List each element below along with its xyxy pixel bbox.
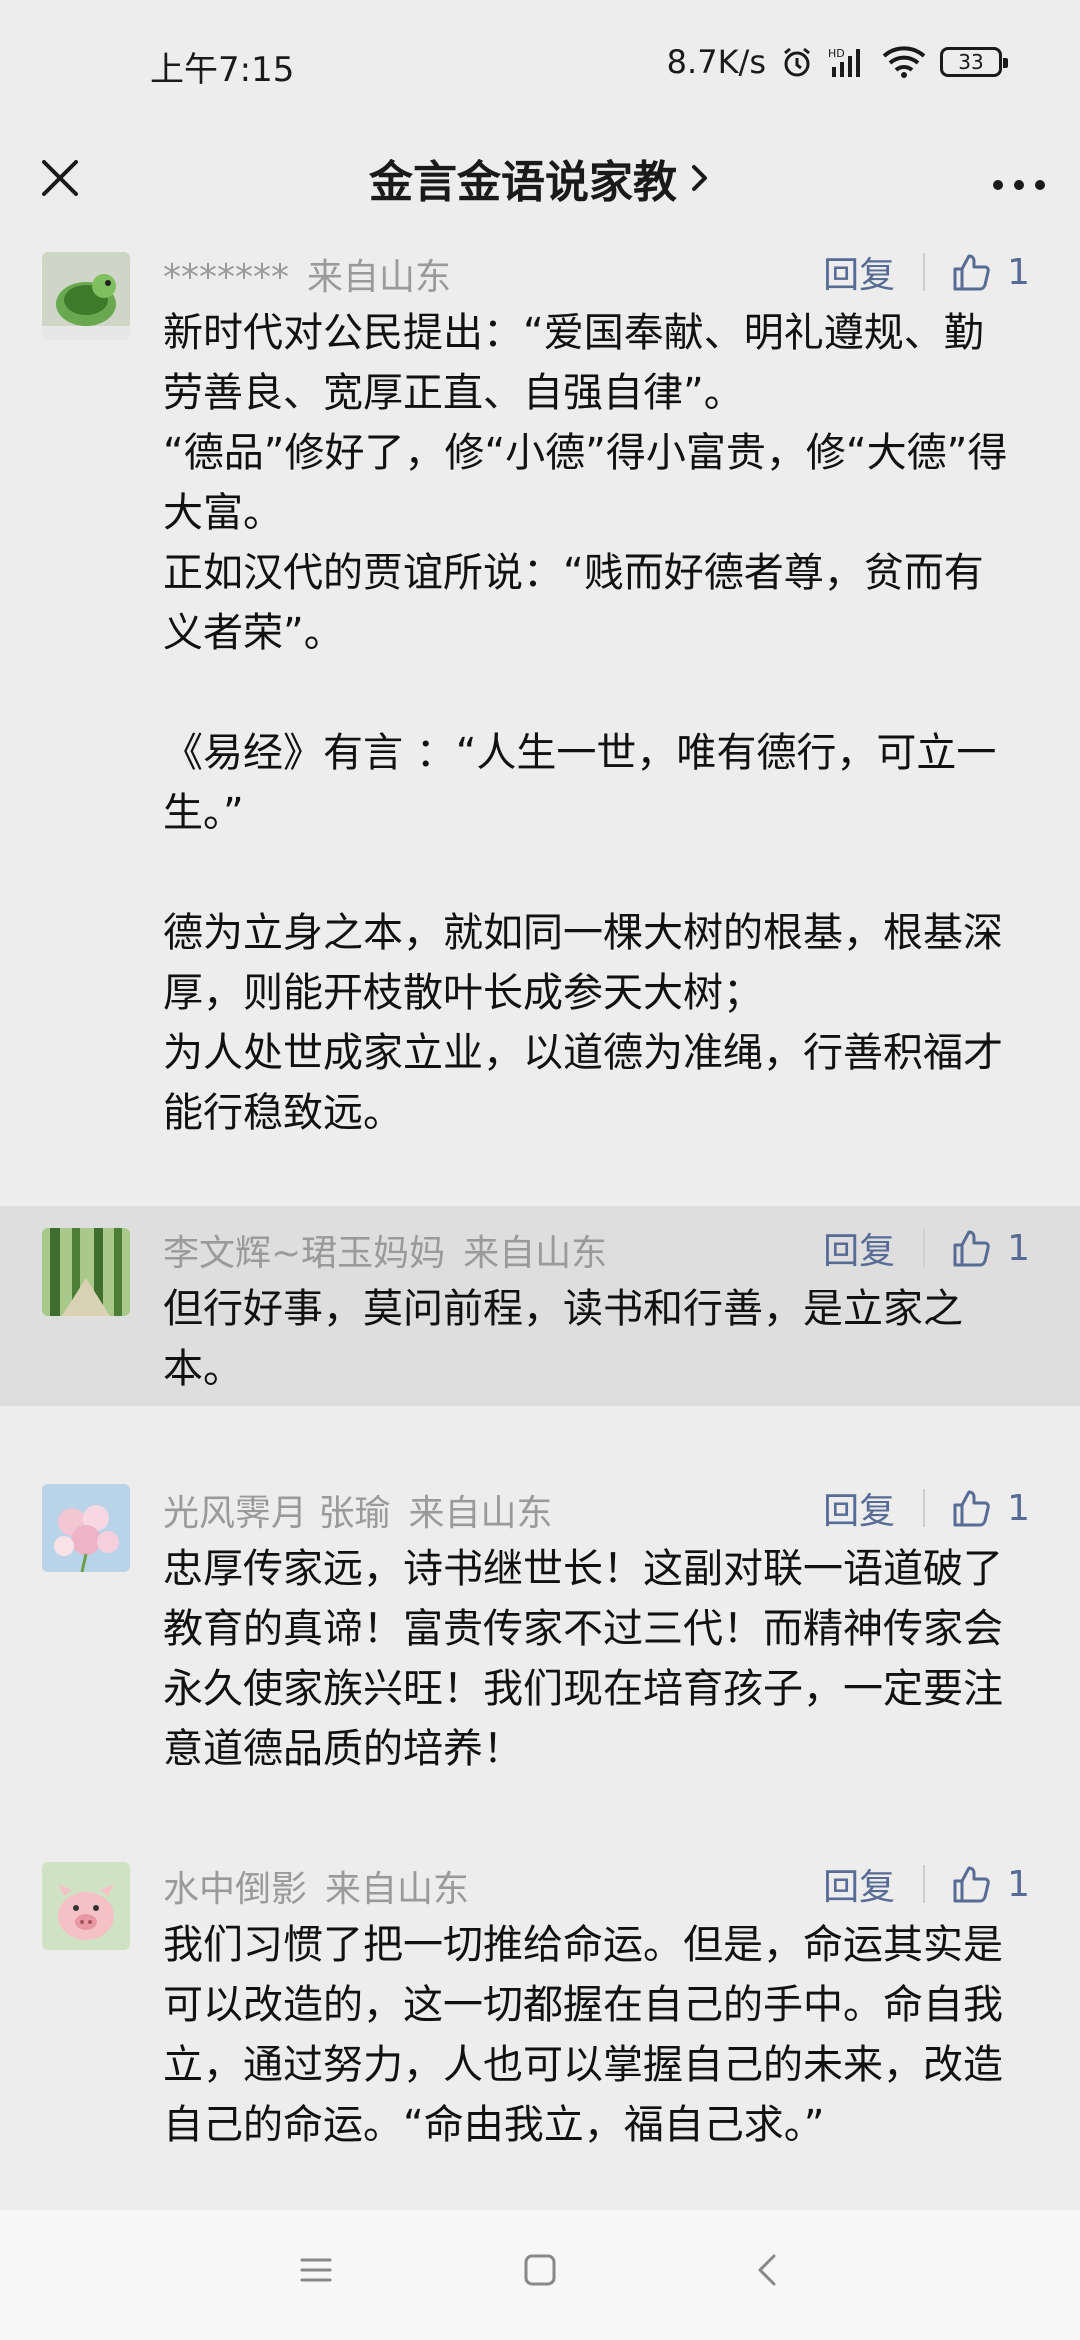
chevron-right-icon [689, 161, 711, 195]
comment-content: 新时代对公民提出：“爱国奉献、明礼遵规、勤劳善良、宽厚正直、自强自律”。 “德品… [163, 310, 1008, 1136]
like-button[interactable]: 1 [951, 1863, 1030, 1905]
thumbs-up-icon [951, 1863, 993, 1905]
avatar[interactable] [42, 1862, 130, 1950]
location-label: 来自山东 [307, 257, 452, 298]
location-label: 来自山东 [325, 1869, 470, 1910]
reply-button[interactable]: 回复 [823, 246, 895, 298]
status-time: 上午7:15 [150, 50, 295, 90]
comment-content: 忠厚传家远，诗书继世长！这副对联一语道破了教育的真谛！富贵传家不过三代！而精神传… [163, 1546, 1003, 1772]
comment-list[interactable]: ******* 来自山东 回复 1 新时代对公民提出：“爱国奉献、明礼遵规、勤劳善… [0, 228, 1080, 2210]
status-indicators: 8.7K/s HD 33 [666, 40, 1008, 84]
divider [923, 1229, 926, 1267]
thumbs-up-icon [951, 251, 993, 293]
like-button[interactable]: 1 [951, 251, 1030, 293]
location-label: 来自山东 [408, 1493, 553, 1534]
page-title-text: 金言金语说家教 [369, 157, 677, 208]
more-icon[interactable] [984, 150, 1054, 210]
like-count: 1 [1007, 1863, 1030, 1905]
like-count: 1 [1007, 251, 1030, 293]
comment-content: 我们习惯了把一切推给命运。但是，命运其实是可以改造的，这一切都握在自己的手中。命… [163, 1922, 1003, 2148]
page-title[interactable]: 金言金语说家教 [0, 128, 1080, 228]
divider [923, 1865, 926, 1903]
avatar[interactable] [42, 1484, 130, 1572]
nav-bar: 金言金语说家教 [0, 128, 1080, 228]
back-icon[interactable] [748, 2250, 788, 2294]
comment-item: 光风霁月 张瑜 来自山东 回复 1 忠厚传家远，诗书继世长！这副对联一语道破了教育… [0, 1406, 1080, 1784]
thumbs-up-icon [951, 1227, 993, 1269]
menu-icon[interactable] [296, 2250, 336, 2294]
location-label: 来自山东 [463, 1233, 608, 1274]
comment-meta: ******* 来自山东 [163, 248, 451, 300]
comment-meta: 光风霁月 张瑜 来自山东 [163, 1484, 552, 1536]
battery-level: 33 [958, 50, 984, 74]
alarm-icon [780, 45, 814, 79]
divider [923, 1489, 926, 1527]
username[interactable]: 李文辉~珺玉妈妈 [163, 1233, 445, 1274]
home-icon[interactable] [520, 2250, 560, 2294]
comment-actions: 回复 1 [823, 246, 1030, 298]
avatar[interactable] [42, 1228, 130, 1316]
system-nav-bar [0, 2210, 1080, 2340]
comment-actions: 回复 1 [823, 1222, 1030, 1274]
hd-signal-icon: HD [828, 45, 868, 79]
comment-item: ******* 来自山东 回复 1 新时代对公民提出：“爱国奉献、明礼遵规、勤劳善… [0, 228, 1080, 1206]
like-count: 1 [1007, 1227, 1030, 1269]
username[interactable]: 光风霁月 张瑜 [163, 1493, 390, 1534]
reply-button[interactable]: 回复 [823, 1482, 895, 1534]
battery-icon: 33 [940, 47, 1008, 77]
network-speed: 8.7K/s [666, 43, 766, 81]
status-bar: 上午7:15 8.7K/s HD 33 [0, 0, 1080, 128]
divider [923, 253, 926, 291]
reply-button[interactable]: 回复 [823, 1858, 895, 1910]
like-count: 1 [1007, 1487, 1030, 1529]
avatar[interactable] [42, 252, 130, 340]
like-button[interactable]: 1 [951, 1227, 1030, 1269]
comment-actions: 回复 1 [823, 1482, 1030, 1534]
comment-meta: 水中倒影 来自山东 [163, 1860, 469, 1912]
wifi-icon [882, 45, 926, 79]
comment-actions: 回复 1 [823, 1858, 1030, 1910]
comment-meta: 李文辉~珺玉妈妈 来自山东 [163, 1224, 607, 1276]
like-button[interactable]: 1 [951, 1487, 1030, 1529]
svg-text:HD: HD [828, 47, 845, 60]
thumbs-up-icon [951, 1487, 993, 1529]
comment-item: 李文辉~珺玉妈妈 来自山东 回复 1 但行好事，莫问前程，读书和行善，是立家之本。 [0, 1206, 1080, 1406]
comment-item: 水中倒影 来自山东 回复 1 我们习惯了把一切推给命运。但是，命运其实是可以改造的… [0, 1784, 1080, 2210]
reply-button[interactable]: 回复 [823, 1222, 895, 1274]
username[interactable]: 水中倒影 [163, 1869, 307, 1910]
username[interactable]: ******* [163, 257, 289, 298]
comment-content: 但行好事，莫问前程，读书和行善，是立家之本。 [163, 1286, 963, 1392]
